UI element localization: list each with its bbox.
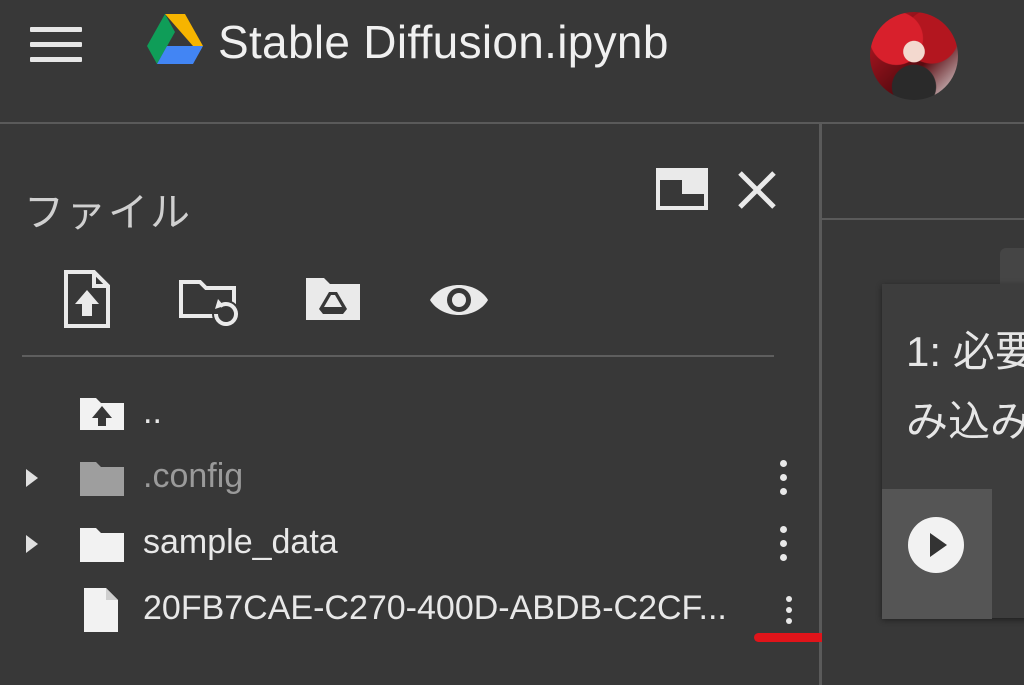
file-row-uploaded-file[interactable]: 20FB7CAE-C270-400D-ABDB-C2CF...	[0, 580, 819, 644]
run-cell-area	[882, 489, 992, 619]
cell-text-line1: 1: 必要	[906, 328, 1024, 375]
play-icon[interactable]	[908, 517, 964, 573]
file-row-config[interactable]: .config	[0, 448, 819, 512]
top-app-bar: Stable Diffusion.ipynb	[0, 0, 1024, 124]
folder-icon	[80, 462, 124, 496]
eye-icon[interactable]	[428, 278, 490, 322]
folder-upload-icon	[80, 398, 124, 430]
expand-caret-icon[interactable]	[26, 469, 38, 487]
file-name: sample_data	[143, 523, 338, 561]
upload-file-icon[interactable]	[62, 270, 112, 328]
google-drive-logo	[147, 14, 203, 64]
folder-icon	[80, 528, 124, 562]
more-vert-icon[interactable]	[784, 596, 794, 626]
close-icon[interactable]	[737, 170, 777, 210]
refresh-folder-icon[interactable]	[178, 276, 242, 328]
notebook-area: 1: 必要 み込み	[822, 124, 1024, 685]
notebook-cell[interactable]: 1: 必要 み込み	[882, 284, 1024, 619]
toolbar-divider	[22, 355, 774, 357]
file-row-parent[interactable]: ..	[0, 382, 819, 446]
file-name: 20FB7CAE-C270-400D-ABDB-C2CF...	[143, 589, 727, 627]
sidebar-title: ファイル	[24, 191, 192, 235]
file-name: .config	[143, 457, 244, 495]
notebook-title[interactable]: Stable Diffusion.ipynb	[218, 14, 669, 70]
mount-drive-icon[interactable]	[304, 274, 362, 322]
file-row-sample-data[interactable]: sample_data	[0, 514, 819, 578]
open-in-new-window-icon[interactable]	[656, 168, 708, 210]
files-sidebar: ファイル .. .config sample_data 20FB7CAE-C27…	[0, 124, 836, 685]
expand-caret-icon[interactable]	[26, 535, 38, 553]
notebook-divider	[822, 218, 1024, 220]
more-vert-icon[interactable]	[778, 460, 788, 498]
file-name: ..	[143, 393, 162, 431]
cell-text-line2: み込み	[906, 398, 1024, 445]
more-vert-icon[interactable]	[778, 526, 788, 564]
file-icon	[84, 588, 118, 632]
hamburger-menu-icon[interactable]	[30, 27, 82, 63]
user-avatar[interactable]	[870, 12, 958, 100]
